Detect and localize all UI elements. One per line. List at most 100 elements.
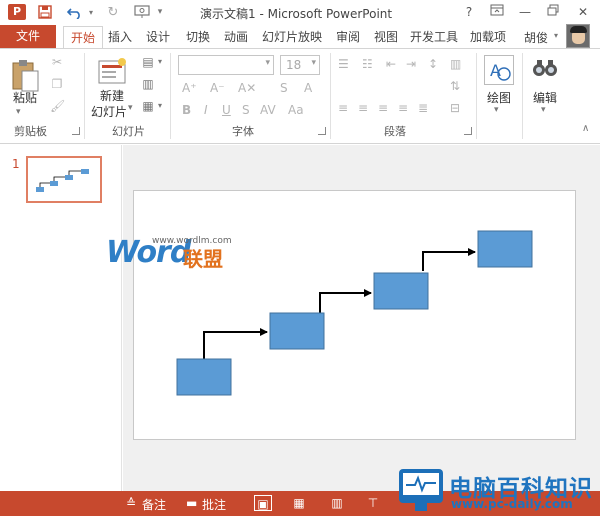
slide-editing-area [123,145,600,491]
customize-qat-icon[interactable]: ▾ [154,3,166,21]
tab-add-ins[interactable]: 加载项 [466,26,510,48]
bold-icon[interactable]: B [182,103,191,117]
collapse-ribbon-icon[interactable]: ∧ [582,123,589,134]
tab-animations[interactable]: 动画 [220,26,252,48]
undo-icon[interactable] [64,3,86,21]
comments-icon[interactable]: ▬ [186,496,197,510]
italic-icon[interactable]: I [204,103,208,117]
layout-dropdown-icon[interactable]: ▾ [158,57,162,66]
group-divider [476,53,477,139]
paste-icon[interactable] [10,57,40,93]
cut-icon[interactable]: ✂ [50,55,64,69]
tab-design[interactable]: 设计 [142,26,174,48]
step-rectangle-1[interactable] [176,358,232,396]
font-color-icon[interactable]: A [304,81,312,95]
reset-icon[interactable]: ▥ [140,77,156,91]
ribbon-display-options-icon[interactable] [486,3,508,21]
undo-dropdown-icon[interactable]: ▾ [86,3,96,21]
columns-icon[interactable]: ▥ [450,57,461,71]
character-spacing-icon[interactable]: AV [260,103,276,117]
new-slide-dropdown-icon[interactable]: ▾ [128,103,133,113]
slide-thumbnail[interactable] [26,156,102,203]
justify-icon[interactable]: ≡ [398,101,408,115]
line-spacing-icon[interactable]: ↕ [428,57,438,71]
tab-review[interactable]: 审阅 [332,26,364,48]
align-right-icon[interactable]: ≡ [378,101,388,115]
connector-arrow-1 [203,328,268,359]
numbering-icon[interactable]: ☷ [362,57,373,71]
increase-font-size-icon[interactable]: A⁺ [182,81,197,95]
clear-formatting-icon[interactable]: A✕ [238,81,256,95]
avatar[interactable] [566,24,590,48]
presentation-icon[interactable] [132,3,152,21]
find-icon[interactable] [530,55,560,85]
new-slide-label[interactable]: 新建 [96,87,128,104]
font-size-combobox[interactable]: 18 ▾ [280,55,320,75]
group-divider [330,53,331,139]
editing-dropdown-icon[interactable]: ▾ [541,105,546,115]
bullets-icon[interactable]: ☰ [338,57,349,71]
layout-icon[interactable]: ▤ [140,55,156,69]
font-name-combobox[interactable]: ▾ [178,55,274,75]
group-divider [170,53,171,139]
increase-indent-icon[interactable]: ⇥ [406,57,416,71]
help-button[interactable]: ? [458,3,480,21]
text-shadow-icon[interactable]: S [280,81,288,95]
normal-view-icon[interactable]: ▣ [254,495,272,511]
text-direction-icon[interactable]: ⇅ [450,79,460,93]
step-rectangle-4[interactable] [477,230,533,268]
title-bar: P ▾ ↻ ▾ 演示文稿1 - Microsoft PowerPoint ? —… [0,0,600,24]
paragraph-launcher-icon[interactable] [464,127,472,135]
underline-icon[interactable]: U [222,103,231,117]
slide-number: 1 [12,157,20,171]
badge-url: www.pc-daily.com [451,497,573,511]
notes-icon[interactable]: ≙ [126,496,136,510]
new-slide-label-line2[interactable]: 幻灯片 [89,103,129,120]
shapes-icon[interactable]: A [484,55,514,85]
clipboard-launcher-icon[interactable] [72,127,80,135]
copy-icon[interactable]: ❐ [50,77,64,91]
format-painter-icon[interactable]: 🖌 [50,99,65,113]
save-icon[interactable] [36,3,54,21]
decrease-indent-icon[interactable]: ⇤ [386,57,396,71]
step-rectangle-3[interactable] [373,272,429,310]
user-name[interactable]: 胡俊 [524,29,548,46]
slide-show-icon[interactable]: ⊤ [364,495,382,511]
font-launcher-icon[interactable] [318,127,326,135]
user-dropdown-icon[interactable]: ▾ [554,31,558,40]
paste-dropdown-icon[interactable]: ▾ [16,107,21,117]
redo-icon[interactable]: ↻ [104,3,122,21]
tab-home[interactable]: 开始 [63,26,103,48]
notes-button[interactable]: 备注 [142,496,166,513]
step-rectangle-2[interactable] [269,312,325,350]
strikethrough-icon[interactable]: S [242,103,250,117]
tab-slide-show[interactable]: 幻灯片放映 [258,26,326,48]
slide-thumbnail-pane: 1 [0,145,122,491]
paste-button-label[interactable]: 粘贴 [10,89,40,106]
tab-developer[interactable]: 开发工具 [408,26,460,48]
section-icon[interactable]: ▦ [140,99,156,113]
align-left-icon[interactable]: ≡ [338,101,348,115]
slide-canvas[interactable] [133,190,576,440]
change-case-icon[interactable]: Aa [288,103,304,117]
editing-button-label[interactable]: 编辑 [528,89,562,106]
close-button[interactable]: ✕ [572,3,594,21]
tab-file[interactable]: 文件 [0,25,56,48]
section-dropdown-icon[interactable]: ▾ [158,101,162,110]
powerpoint-app-icon[interactable]: P [8,4,26,20]
decrease-font-size-icon[interactable]: A⁻ [210,81,225,95]
reading-view-icon[interactable]: ▥ [328,495,346,511]
align-center-icon[interactable]: ≡ [358,101,368,115]
drawing-dropdown-icon[interactable]: ▾ [494,105,499,115]
tab-insert[interactable]: 插入 [104,26,136,48]
restore-icon[interactable] [542,3,564,21]
drawing-button-label[interactable]: 绘图 [484,89,514,106]
distributed-icon[interactable]: ≣ [418,101,428,115]
align-text-icon[interactable]: ⊟ [450,101,460,115]
minimize-button[interactable]: — [514,3,536,21]
tab-transitions[interactable]: 切换 [182,26,214,48]
slide-sorter-icon[interactable]: ▦ [290,495,308,511]
comments-button[interactable]: 批注 [202,496,226,513]
new-slide-icon[interactable] [96,57,128,87]
tab-view[interactable]: 视图 [370,26,402,48]
